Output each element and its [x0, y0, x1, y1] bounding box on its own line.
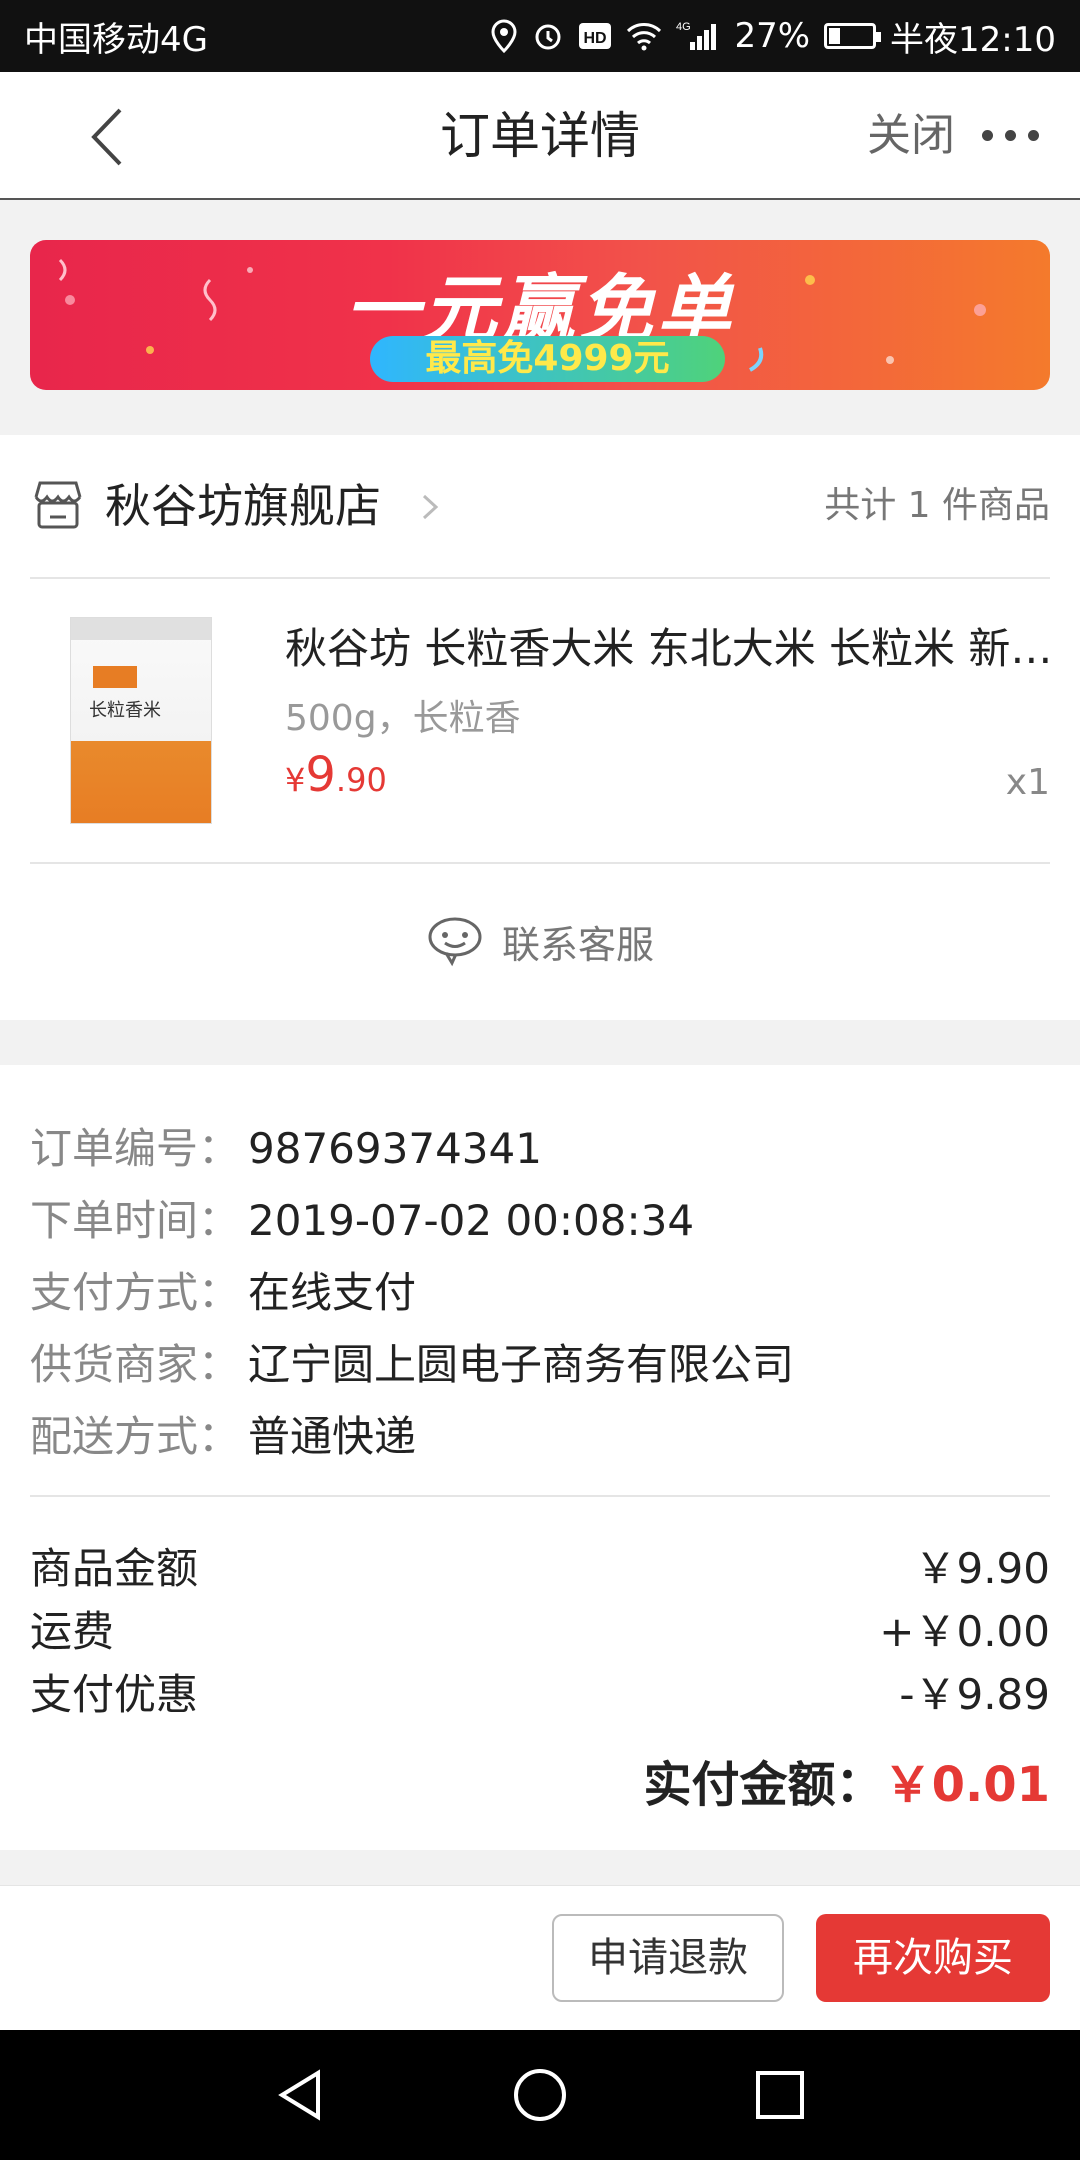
total-amount: ￥0.01: [883, 1757, 1050, 1813]
product-item[interactable]: 长粒香米 秋谷坊 长粒香大米 东北大米 长粒米 新米 500g 500g，长粒香…: [30, 577, 1065, 864]
product-title: 秋谷坊 长粒香大米 东北大米 长粒米 新米 500g: [285, 624, 1065, 673]
shipping-fee: +￥0.00: [879, 1607, 1050, 1656]
signal-icon: 4G: [676, 20, 720, 52]
hd-icon: HD: [578, 22, 612, 50]
goods-amount: ￥9.90: [914, 1544, 1050, 1593]
info-label: 支付方式：: [30, 1268, 241, 1317]
shipping-fee-row: 运费 +￥0.00: [30, 1598, 1050, 1659]
wifi-icon: [626, 21, 662, 51]
location-icon: [490, 19, 518, 53]
more-dot-icon: [982, 129, 993, 141]
delivery-method: 普通快递: [248, 1412, 417, 1461]
supplier-name: 辽宁圆上圆电子商务有限公司: [248, 1340, 795, 1389]
info-label: 配送方式：: [30, 1412, 241, 1461]
app-header: 订单详情 关闭: [0, 72, 1080, 200]
shop-card: 秋谷坊旗舰店 共计 1 件商品 长粒香米 秋谷坊 长粒香大米 东北大米 长粒米 …: [0, 435, 1080, 1020]
shop-header[interactable]: 秋谷坊旗舰店 共计 1 件商品: [30, 435, 1050, 579]
price-integer: 9: [305, 747, 336, 803]
battery-fill: [829, 28, 841, 44]
brand-logo: [93, 666, 137, 688]
info-label: 下单时间：: [30, 1196, 241, 1245]
payment-method: 在线支付: [248, 1268, 417, 1317]
item-count: 共计 1 件商品: [824, 485, 1050, 526]
delivery-method-row: 配送方式： 普通快递: [30, 1403, 416, 1464]
product-spec: 500g，长粒香: [285, 698, 521, 739]
product-quantity: x1: [1005, 762, 1050, 803]
alarm-icon: [532, 20, 564, 52]
order-info-card: 订单编号： 98769374341 下单时间： 2019-07-02 00:08:3…: [0, 1065, 1080, 1850]
fee-label: 商品金额: [30, 1544, 199, 1593]
network-label: 4G: [676, 21, 691, 33]
clock: 半夜12:10: [890, 19, 1056, 60]
more-dot-icon: [1028, 129, 1039, 141]
svg-text:HD: HD: [584, 30, 607, 47]
shop-name: 秋谷坊旗舰店: [105, 479, 381, 533]
fee-label: 支付优惠: [30, 1670, 199, 1719]
total-paid-row: 实付金额：￥0.01: [644, 1745, 1050, 1815]
more-dot-icon: [1005, 129, 1016, 141]
total-label: 实付金额：: [643, 1757, 884, 1813]
nav-home-icon[interactable]: [510, 2065, 570, 2125]
chevron-right-icon: [422, 494, 439, 520]
status-bar: 中国移动4G HD 4G 27% 半夜12:10: [0, 0, 1080, 72]
product-image: 长粒香米: [70, 617, 212, 824]
price-decimal: .90: [335, 761, 387, 799]
nav-back-icon[interactable]: [270, 2065, 330, 2125]
discount-row: 支付优惠 -￥9.89: [30, 1661, 1050, 1722]
payment-method-row: 支付方式： 在线支付: [30, 1259, 416, 1320]
order-number: 98769374341: [248, 1124, 542, 1173]
carrier-label: 中国移动4G: [24, 19, 208, 60]
battery-icon: [824, 23, 882, 49]
banner-section: 一元赢免单 最高免4999元: [0, 200, 1080, 435]
action-bar: 申请退款 再次购买: [0, 1885, 1080, 2031]
promo-banner[interactable]: 一元赢免单 最高免4999元: [30, 240, 1050, 390]
buy-again-button[interactable]: 再次购买: [816, 1914, 1050, 2002]
system-nav-bar: [0, 2030, 1080, 2160]
order-number-row: 订单编号： 98769374341: [30, 1115, 542, 1176]
store-icon: [34, 481, 82, 529]
product-price: ¥9.90: [285, 747, 387, 803]
info-label: 供货商家：: [30, 1340, 241, 1389]
refund-button[interactable]: 申请退款: [552, 1914, 784, 2002]
chat-bubble-icon: [428, 917, 482, 967]
more-options-button[interactable]: [982, 120, 1052, 150]
package-label: 长粒香米: [89, 700, 161, 721]
price-symbol: ¥: [285, 761, 306, 799]
order-time: 2019-07-02 00:08:34: [248, 1196, 695, 1245]
battery-percent: 27%: [734, 16, 811, 56]
info-label: 订单编号：: [30, 1124, 241, 1173]
contact-service-label: 联系客服: [501, 922, 654, 967]
contact-service-button[interactable]: 联系客服: [0, 862, 1080, 1020]
nav-recents-icon[interactable]: [750, 2065, 810, 2125]
close-button[interactable]: 关闭: [867, 72, 955, 200]
supplier-row: 供货商家： 辽宁圆上圆电子商务有限公司: [30, 1331, 794, 1392]
divider: [30, 1495, 1050, 1497]
fee-label: 运费: [30, 1607, 115, 1656]
banner-subtitle: 最高免4999元: [370, 336, 725, 382]
package-top: [71, 618, 211, 640]
goods-amount-row: 商品金额 ￥9.90: [30, 1535, 1050, 1596]
status-icons: HD 4G 27% 半夜12:10: [490, 12, 1056, 61]
order-time-row: 下单时间： 2019-07-02 00:08:34: [30, 1187, 694, 1248]
payment-discount: -￥9.89: [899, 1670, 1050, 1719]
